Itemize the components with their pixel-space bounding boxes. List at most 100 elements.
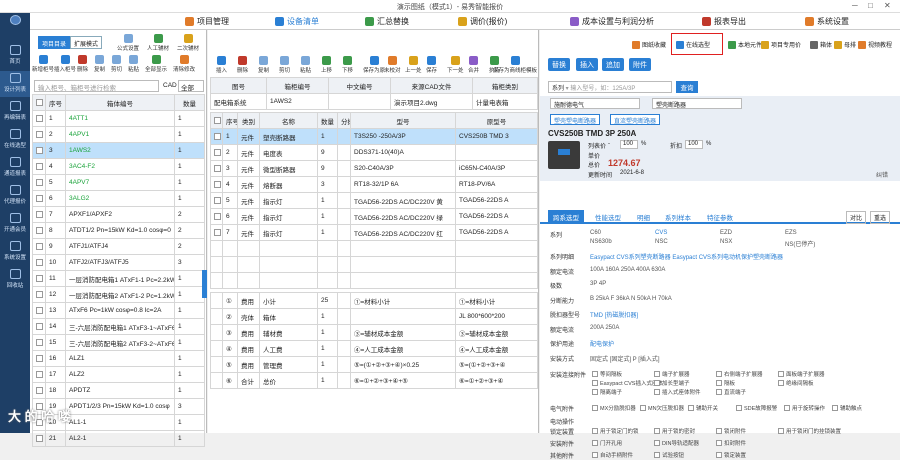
mid-tool-button[interactable]: 合并 xyxy=(468,56,479,74)
row-checkbox[interactable] xyxy=(36,210,43,218)
row-model[interactable]: RT18-32/1P 6A xyxy=(350,176,456,193)
nav-item-recycle[interactable]: 回收站 xyxy=(0,269,30,289)
option-checkbox[interactable]: 用于锁闭门的挂锁装置 xyxy=(778,427,841,435)
menu-price-adjust[interactable]: 调价(报价) xyxy=(458,16,507,27)
table-row[interactable]: 6 元件 指示灯 1 TGAD56-22DS AC/DC220V 绿 TGAD56-22D… xyxy=(210,208,538,225)
copy-button[interactable]: 复制 xyxy=(94,55,105,73)
chinese-code[interactable] xyxy=(328,93,391,110)
option-checkbox[interactable]: 辅助开关 xyxy=(688,404,718,412)
option-checkbox[interactable]: 隔板 xyxy=(716,379,735,387)
table-row[interactable]: 16 ALZ1 1 xyxy=(32,350,205,367)
cabinet-qty[interactable]: 1 xyxy=(174,174,205,191)
row-share[interactable] xyxy=(337,224,351,241)
mid-tool-button[interactable]: 插入 xyxy=(216,56,227,74)
mid-tool-button[interactable]: 保存为商线柜模板 xyxy=(493,56,537,74)
cabinet-qty[interactable]: 1 xyxy=(174,286,205,303)
cabinet-name[interactable]: 三-六层消防配电箱1 ATxF3-1~ATxF6 xyxy=(65,318,175,335)
cabinet-name[interactable]: 一层消防配电箱1 ATxF1-1 Pc=2.2kW xyxy=(65,270,175,287)
option-checkbox[interactable]: 绝缘间隔板 xyxy=(778,379,814,387)
summary-row[interactable]: ③ 费用 辅材费 1 ③=辅材成本金额 ③=辅材成本金额 xyxy=(210,324,538,341)
table-row[interactable]: 6 3ALG2 1 xyxy=(32,190,205,207)
row-name[interactable]: 电度表 xyxy=(259,144,318,161)
row-qty[interactable]: 3 xyxy=(317,176,338,193)
brand-select[interactable]: 施耐德电气 xyxy=(550,98,640,109)
row-checkbox[interactable] xyxy=(36,290,43,298)
option-checkbox[interactable]: MN欠压脱扣器 xyxy=(640,404,684,412)
menu-cost-profit[interactable]: 成本设置与利润分析 xyxy=(570,16,654,27)
chip-mccb[interactable]: 塑壳塑电断路器 xyxy=(550,114,601,125)
mid-tool-button[interactable]: 未校对 xyxy=(384,56,401,74)
row-checkbox[interactable] xyxy=(214,148,221,156)
row-share[interactable] xyxy=(337,128,351,145)
option-checkbox[interactable]: 端子扩展器 xyxy=(654,370,690,378)
row-share[interactable] xyxy=(337,208,351,225)
row-checkbox[interactable] xyxy=(36,226,43,234)
option-checkbox[interactable]: DIN导轨适配器 xyxy=(654,439,699,447)
series-option[interactable]: NSX xyxy=(720,239,732,245)
row-name[interactable]: 塑壳断路器 xyxy=(259,128,318,145)
mid-tool-button[interactable]: 上一处 xyxy=(405,56,422,74)
cabinet-qty[interactable]: 2 xyxy=(174,222,205,239)
formula-settings-button[interactable]: 公式设置 xyxy=(117,34,139,52)
row-model[interactable]: TGAD56-22DS AC/DC220V 红 xyxy=(350,224,456,241)
cabinet-qty[interactable]: 2 xyxy=(174,206,205,223)
cabinet-name[interactable]: 三-六层消防配电箱2 ATxF3-2~ATxF6 xyxy=(65,334,175,351)
menu-project[interactable]: 项目管理 xyxy=(185,16,229,27)
tab-performance[interactable]: 性能选型 xyxy=(590,210,626,223)
row-model[interactable]: TGAD56-22DS AC/DC220V 绿 xyxy=(350,208,456,225)
table-row[interactable]: 3 1AWS2 1 xyxy=(32,142,205,159)
labor-material-button[interactable]: 人工辅材 xyxy=(147,34,169,52)
row-checkbox[interactable] xyxy=(36,130,43,138)
chip-dc-mccb[interactable]: 直流塑壳断路器 xyxy=(610,114,661,125)
cabinet-qty[interactable]: 1 xyxy=(174,158,205,175)
local-component-button[interactable]: 本地元件 xyxy=(728,40,762,49)
series-option[interactable]: NS630b xyxy=(590,239,612,245)
row-checkbox[interactable] xyxy=(36,322,43,330)
cabinet-name[interactable]: 一层消防配电箱2 ATxF1-2 Pc=1.2kW xyxy=(65,286,175,303)
option-checkbox[interactable]: 隔离端子 xyxy=(592,388,622,396)
summary-row[interactable]: ① 费用 小计 25 ①=材料小计 ①=材料小计 xyxy=(210,292,538,309)
cabinet-qty[interactable]: 1 xyxy=(174,382,205,399)
param-value[interactable]: 固定式 [固定式] P [插入式] xyxy=(590,354,660,363)
option-checkbox[interactable]: Easypact CVS插入式座体 xyxy=(592,379,663,387)
option-checkbox[interactable]: 锁定装置 xyxy=(716,451,746,459)
panel-collapse-handle[interactable] xyxy=(202,270,207,298)
cabinet-qty[interactable]: 1 xyxy=(174,366,205,383)
option-checkbox[interactable]: 自动手柄附件 xyxy=(592,451,633,459)
mid-tool-button[interactable]: 剪切 xyxy=(279,56,290,74)
row-name[interactable]: 熔断器 xyxy=(259,176,318,193)
row-qty[interactable]: 1 xyxy=(317,128,338,145)
row-share[interactable] xyxy=(337,144,351,161)
tab-features[interactable]: 特征参数 xyxy=(702,210,738,223)
row-checkbox[interactable] xyxy=(36,434,43,442)
option-checkbox[interactable]: 试验按钮 xyxy=(654,451,684,459)
delete-button[interactable]: 删除 xyxy=(77,55,88,73)
cabinet-qty[interactable]: 1 xyxy=(174,270,205,287)
tab-project-dir[interactable]: 项目目录 xyxy=(38,36,71,49)
row-checkbox[interactable] xyxy=(36,178,43,186)
param-value[interactable]: Easypact CVS系列塑壳断路器 Easypact CVS系列电动机保护塑… xyxy=(590,252,783,261)
table-row[interactable]: 9 ATFJ1/ATFJ4 2 xyxy=(32,238,205,255)
param-value[interactable]: 100A 160A 250A 400A 630A xyxy=(590,267,665,273)
table-row[interactable]: 5 4APV7 1 xyxy=(32,174,205,191)
row-share[interactable] xyxy=(337,176,351,193)
row-checkbox[interactable] xyxy=(36,162,43,170)
row-qty[interactable]: 9 xyxy=(317,160,338,177)
nav-item-online-select[interactable]: 在线选型 xyxy=(0,129,30,149)
cabinet-name[interactable]: APDT1/2/3 Pn=15kW Kd=1.0 cosφ xyxy=(65,398,175,415)
option-checkbox[interactable]: 加长型端子 xyxy=(654,379,690,387)
cabinet-qty[interactable]: 1 xyxy=(174,350,205,367)
cabinet-name[interactable]: AL1-1 xyxy=(65,414,175,431)
param-value[interactable]: B 25kA F 36kA N 50kA H 70kA xyxy=(590,296,672,302)
tab-cross-select[interactable]: 跨系选型 xyxy=(548,210,584,223)
cabinet-name[interactable]: 3ALG2 xyxy=(65,190,175,207)
row-checkbox[interactable] xyxy=(36,146,43,154)
cabinet-name[interactable]: 3AC4-F2 xyxy=(65,158,175,175)
menu-system-settings[interactable]: 系统设置 xyxy=(805,16,849,27)
cabinet-name[interactable]: ALZ2 xyxy=(65,366,175,383)
summary-row[interactable]: ② 壳体 箱体 1 JL 800*600*200 xyxy=(210,308,538,325)
cabinet-name[interactable]: ATFJ1/ATFJ4 xyxy=(65,238,175,255)
table-row[interactable]: 8 ATDT1/2 Pn=15kW Kd=1.0 cosφ=0 2 xyxy=(32,222,205,239)
table-row[interactable]: 10 ATFJ2/ATFJ3/ATFJ5 3 xyxy=(32,254,205,271)
close-icon[interactable]: ✕ xyxy=(884,1,891,10)
